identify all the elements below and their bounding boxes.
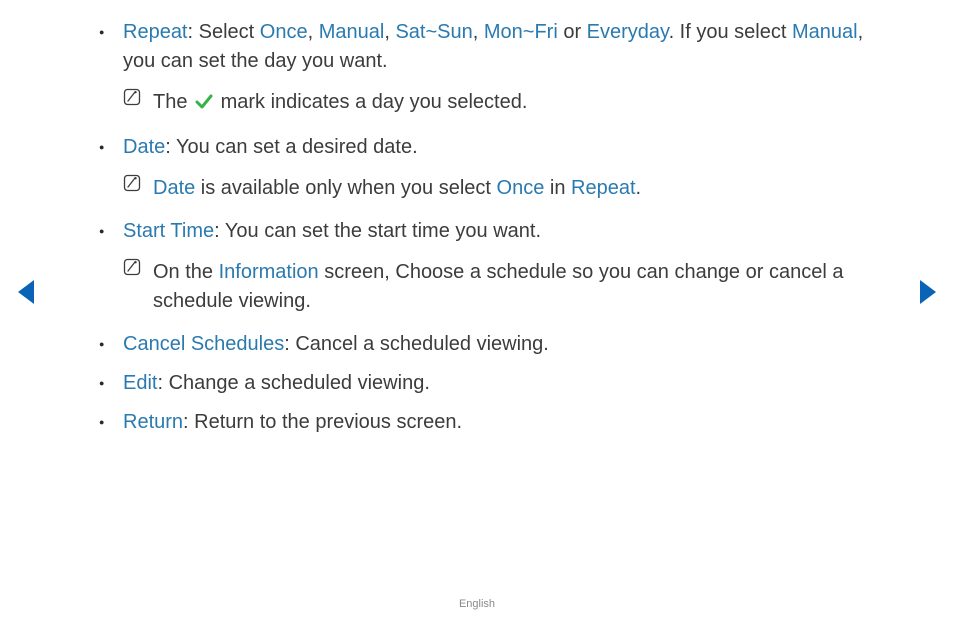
- kw-date-2: Date: [153, 177, 195, 199]
- note-date: Date is available only when you select O…: [123, 168, 870, 207]
- text: : You can set the start time you want.: [214, 220, 541, 242]
- text: : You can set a desired date.: [165, 136, 417, 158]
- item-edit: Edit: Change a scheduled viewing.: [95, 369, 870, 408]
- note-icon: [123, 88, 141, 106]
- kw-repeat-2: Repeat: [571, 177, 636, 199]
- kw-cancel: Cancel Schedules: [123, 333, 284, 355]
- kw-once-2: Once: [497, 177, 545, 199]
- note-start: On the Information screen, Choose a sche…: [123, 252, 870, 320]
- sep: ,: [473, 21, 484, 43]
- bullet-list: Repeat: Select Once, Manual, Sat~Sun, Mo…: [95, 18, 870, 447]
- text: : Return to the previous screen.: [183, 411, 462, 433]
- note-text: The: [153, 91, 193, 113]
- kw-once: Once: [260, 21, 308, 43]
- item-cancel-schedules: Cancel Schedules: Cancel a scheduled vie…: [95, 330, 870, 369]
- item-return: Return: Return to the previous screen.: [95, 408, 870, 447]
- kw-return: Return: [123, 411, 183, 433]
- text: : Change a scheduled viewing.: [157, 372, 429, 394]
- note-text: is available only when you select: [195, 177, 496, 199]
- content-area: Repeat: Select Once, Manual, Sat~Sun, Mo…: [95, 18, 870, 447]
- kw-satsun: Sat~Sun: [395, 21, 472, 43]
- text: : Select: [188, 21, 260, 43]
- kw-edit: Edit: [123, 372, 157, 394]
- kw-information: Information: [219, 261, 319, 283]
- note-repeat: The mark indicates a day you selected.: [123, 82, 870, 123]
- check-icon: [195, 90, 213, 119]
- next-page-button[interactable]: [918, 278, 940, 306]
- item-repeat: Repeat: Select Once, Manual, Sat~Sun, Mo…: [95, 18, 870, 133]
- note-text: .: [636, 177, 642, 199]
- note-icon: [123, 258, 141, 276]
- kw-repeat: Repeat: [123, 21, 188, 43]
- kw-everyday: Everyday: [587, 21, 669, 43]
- item-start-time: Start Time: You can set the start time y…: [95, 217, 870, 330]
- kw-date: Date: [123, 136, 165, 158]
- manual-page: { "bullets": { "repeat": { "label": "Rep…: [0, 0, 954, 624]
- text: . If you select: [669, 21, 792, 43]
- sep: or: [558, 21, 587, 43]
- prev-page-button[interactable]: [14, 278, 36, 306]
- sep: ,: [308, 21, 319, 43]
- footer-language: English: [0, 598, 954, 610]
- note-text: in: [544, 177, 571, 199]
- note-text: On the: [153, 261, 219, 283]
- sep: ,: [384, 21, 395, 43]
- text: : Cancel a scheduled viewing.: [284, 333, 549, 355]
- note-text: mark indicates a day you selected.: [215, 91, 527, 113]
- kw-manual-2: Manual: [792, 21, 858, 43]
- note-icon: [123, 174, 141, 192]
- kw-manual: Manual: [319, 21, 385, 43]
- kw-start-time: Start Time: [123, 220, 214, 242]
- item-date: Date: You can set a desired date. Date i…: [95, 133, 870, 217]
- kw-monfri: Mon~Fri: [484, 21, 558, 43]
